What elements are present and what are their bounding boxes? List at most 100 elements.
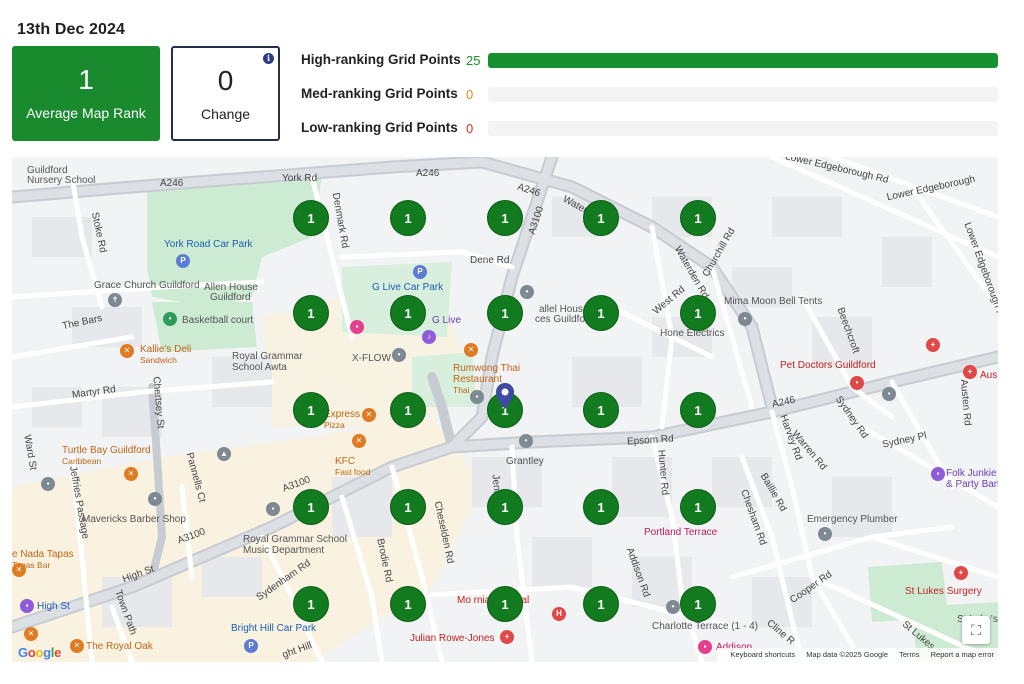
- high-ranking-count: 25: [466, 53, 481, 68]
- place-icon[interactable]: •: [520, 285, 534, 299]
- grid-point-marker[interactable]: 1: [487, 489, 523, 525]
- grid-point-marker[interactable]: 1: [680, 489, 716, 525]
- grid-point-marker[interactable]: 1: [583, 200, 619, 236]
- bus-stop-icon[interactable]: ▪: [882, 387, 896, 401]
- parking-icon[interactable]: P: [413, 265, 427, 279]
- map-label-mavericks: Mavericks Barber Shop: [82, 514, 186, 525]
- grid-point-marker[interactable]: 1: [583, 586, 619, 622]
- change-label: Change: [200, 106, 251, 122]
- bus-stop-icon[interactable]: ▪: [470, 390, 484, 404]
- map-label-high-st-place: High St: [37, 601, 70, 612]
- map-label-kallies-deli: Kallie's Deli Sandwich: [140, 344, 192, 365]
- place-icon[interactable]: •: [666, 600, 680, 614]
- map-label-emergency-plumber: Emergency Plumber: [807, 514, 898, 525]
- restaurant-icon[interactable]: ✕: [12, 563, 26, 577]
- map-label-rgs-music: Royal Grammar School Music Department: [243, 534, 347, 556]
- place-icon[interactable]: •: [818, 527, 832, 541]
- restaurant-icon[interactable]: ✕: [24, 627, 38, 641]
- map-label-g-live-car-park: G Live Car Park: [372, 282, 444, 293]
- shopping-icon[interactable]: ▪: [698, 640, 712, 654]
- place-icon[interactable]: •: [392, 348, 406, 362]
- theatre-icon[interactable]: ♪: [422, 330, 436, 344]
- keyboard-shortcuts-link[interactable]: Keyboard shortcuts: [730, 650, 795, 659]
- google-logo[interactable]: Google: [18, 645, 61, 660]
- map-label-kfc: KFC Fast food: [335, 456, 371, 477]
- change-card: i 0 Change: [171, 46, 280, 141]
- grid-point-marker[interactable]: 1: [487, 295, 523, 331]
- restaurant-icon[interactable]: ✕: [362, 408, 376, 422]
- grid-point-marker[interactable]: 1: [680, 392, 716, 428]
- map-label-grace-church: Grace Church Guildford: [94, 280, 200, 291]
- map-label-portland-terrace: Portland Terrace: [644, 527, 718, 538]
- road-label-york-rd: York Rd: [282, 173, 318, 184]
- grid-point-marker[interactable]: 1: [487, 586, 523, 622]
- place-icon[interactable]: •: [148, 492, 162, 506]
- grid-point-marker[interactable]: 1: [487, 200, 523, 236]
- church-icon[interactable]: ✝: [108, 293, 122, 307]
- high-ranking-bar-fill: [488, 53, 998, 68]
- map-label-grantley: Grantley: [506, 456, 544, 467]
- park-icon[interactable]: •: [163, 312, 177, 326]
- place-icon[interactable]: •: [738, 312, 752, 326]
- business-location-pin-icon[interactable]: [496, 383, 514, 409]
- grid-point-marker[interactable]: 1: [680, 200, 716, 236]
- restaurant-icon[interactable]: ✕: [124, 467, 138, 481]
- high-ranking-label: High-ranking Grid Points: [301, 52, 461, 67]
- map-label-mima-moon: Mima Moon Bell Tents: [724, 296, 823, 307]
- shopping-icon[interactable]: ▪: [20, 599, 34, 613]
- parking-icon[interactable]: P: [176, 254, 190, 268]
- grid-point-marker[interactable]: 1: [680, 295, 716, 331]
- hospital-icon[interactable]: H: [552, 607, 566, 621]
- restaurant-icon[interactable]: ✕: [120, 344, 134, 358]
- grid-point-marker[interactable]: 1: [583, 295, 619, 331]
- map-label-guildford-nursery-2: Nursery School: [27, 175, 96, 186]
- bus-stop-icon[interactable]: ▪: [41, 477, 55, 491]
- report-map-error-link[interactable]: Report a map error: [931, 650, 994, 659]
- medical-icon[interactable]: +: [954, 566, 968, 580]
- grid-point-marker[interactable]: 1: [390, 295, 426, 331]
- shopping-icon[interactable]: ▪: [931, 467, 945, 481]
- grid-point-marker[interactable]: 1: [293, 295, 329, 331]
- place-icon[interactable]: •: [519, 434, 533, 448]
- restaurant-icon[interactable]: ✕: [464, 343, 478, 357]
- terms-link[interactable]: Terms: [899, 650, 919, 659]
- map-label-folk-junkie: Folk Junkie & Party Ban: [946, 468, 998, 490]
- grid-point-marker[interactable]: 1: [293, 200, 329, 236]
- bus-stop-icon[interactable]: ▪: [266, 502, 280, 516]
- medical-icon[interactable]: +: [926, 338, 940, 352]
- school-icon[interactable]: ▲: [217, 447, 231, 461]
- change-value: 0: [217, 65, 234, 96]
- map-label-express: Express Pizza: [324, 409, 361, 430]
- grid-point-marker[interactable]: 1: [680, 586, 716, 622]
- map-attribution: Keyboard shortcuts Map data ©2025 Google…: [717, 648, 998, 662]
- map-label-allen-house-2: Guildford: [210, 292, 251, 303]
- grid-point-marker[interactable]: 1: [293, 392, 329, 428]
- report-date: 13th Dec 2024: [17, 21, 126, 38]
- road-label-a246: A246: [160, 178, 184, 189]
- grid-point-marker[interactable]: 1: [583, 489, 619, 525]
- grid-point-marker[interactable]: 1: [293, 586, 329, 622]
- restaurant-icon[interactable]: ✕: [352, 434, 366, 448]
- low-ranking-label: Low-ranking Grid Points: [301, 120, 458, 135]
- restaurant-icon[interactable]: ✕: [70, 639, 84, 653]
- grid-point-marker[interactable]: 1: [390, 586, 426, 622]
- map-label-g-live: G Live: [432, 315, 461, 326]
- grid-point-marker[interactable]: 1: [390, 200, 426, 236]
- map-label-pet-doctors: Pet Doctors Guildford: [780, 360, 876, 371]
- shopping-icon[interactable]: ▪: [350, 320, 364, 334]
- rank-grid-map[interactable]: Guildford Nursery School A246 York Rd A2…: [12, 157, 998, 662]
- average-map-rank-value: 1: [78, 64, 94, 95]
- grid-point-marker[interactable]: 1: [293, 489, 329, 525]
- medical-icon[interactable]: +: [500, 630, 514, 644]
- grid-point-marker[interactable]: 1: [390, 489, 426, 525]
- road-label-a246-2: A246: [416, 168, 440, 179]
- fullscreen-toggle-icon[interactable]: ⛶: [962, 616, 990, 644]
- info-icon[interactable]: i: [263, 53, 274, 64]
- medical-icon[interactable]: +: [963, 365, 977, 379]
- grid-point-marker[interactable]: 1: [390, 392, 426, 428]
- grid-point-marker[interactable]: 1: [583, 392, 619, 428]
- vet-icon[interactable]: •: [850, 376, 864, 390]
- parking-icon[interactable]: P: [244, 639, 258, 653]
- med-ranking-count: 0: [466, 87, 474, 102]
- high-ranking-row: High-ranking Grid Points 25: [301, 50, 1001, 70]
